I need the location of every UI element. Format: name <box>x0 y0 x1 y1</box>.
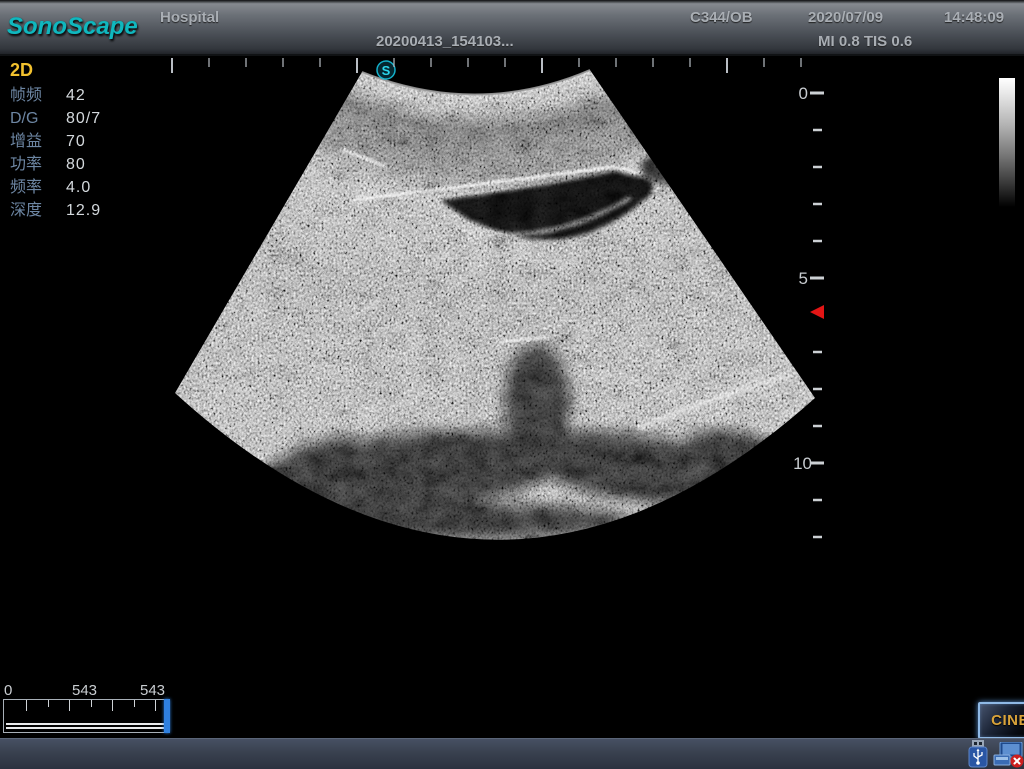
cine-button[interactable]: CINE <box>978 702 1024 739</box>
param-value: 80/7 <box>66 107 101 130</box>
brand-logo: SonoScape <box>7 13 138 41</box>
param-value: 80 <box>66 153 86 176</box>
param-value: 4.0 <box>66 176 91 199</box>
grayscale-map-bar <box>999 78 1015 207</box>
svg-text:10: 10 <box>793 454 812 473</box>
exam-id: 20200413_154103... <box>376 33 514 50</box>
probe-preset-label: C344/OB <box>690 9 753 26</box>
cine-ruler-tick <box>91 700 92 707</box>
cine-ruler-tick <box>112 700 113 711</box>
cine-ruler-tick <box>69 700 70 711</box>
cine-start-label: 0 <box>4 682 12 699</box>
focus-marker-icon[interactable] <box>810 305 824 319</box>
cine-scrubber[interactable] <box>3 699 170 733</box>
usb-device-icon[interactable] <box>966 740 990 768</box>
network-disconnected-icon[interactable] <box>992 742 1024 768</box>
cine-total-label: 543 <box>140 682 165 699</box>
cine-ruler-tick <box>48 700 49 707</box>
acoustic-output-label: MI 0.8 TIS 0.6 <box>818 33 912 50</box>
param-row-gain: 增益 70 <box>10 130 101 153</box>
hospital-name: Hospital <box>160 9 219 26</box>
cine-ruler-tick <box>134 700 135 707</box>
param-value: 12.9 <box>66 199 101 222</box>
param-label: D/G <box>10 107 66 130</box>
horizontal-ruler <box>172 58 801 73</box>
param-row-depth: 深度 12.9 <box>10 199 101 222</box>
svg-text:5: 5 <box>799 269 808 288</box>
cine-frame-labels: 0 543 543 <box>0 682 190 698</box>
param-value: 42 <box>66 84 86 107</box>
ultrasound-screen: { "header": { "brand": "SonoScape", "hos… <box>0 0 1024 768</box>
svg-text:0: 0 <box>799 84 808 103</box>
cine-ruler-tick <box>26 700 27 711</box>
title-bar: SonoScape Hospital 20200413_154103... C3… <box>0 0 1024 56</box>
taskbar <box>0 738 1024 769</box>
ultrasound-image: S 0 5 10 <box>0 0 1024 768</box>
param-row-power: 功率 80 <box>10 153 101 176</box>
param-row-dg: D/G 80/7 <box>10 107 101 130</box>
mode-label: 2D <box>10 60 33 81</box>
param-label: 深度 <box>10 199 66 222</box>
param-label: 增益 <box>10 130 66 153</box>
cine-current-label: 543 <box>72 682 97 699</box>
param-value: 70 <box>66 130 86 153</box>
param-row-frequency: 频率 4.0 <box>10 176 101 199</box>
param-label: 频率 <box>10 176 66 199</box>
svg-text:S: S <box>382 63 391 78</box>
depth-labels: 0 5 10 <box>793 84 812 473</box>
cine-position-cursor[interactable] <box>164 699 170 733</box>
sector-image <box>170 55 820 690</box>
cine-track-line <box>6 727 165 729</box>
system-time: 14:48:09 <box>944 9 1004 26</box>
param-label: 帧频 <box>10 84 66 107</box>
probe-orientation-marker-icon: S <box>377 61 395 79</box>
parameter-panel: 帧频 42 D/G 80/7 增益 70 功率 80 频率 4.0 深度 12.… <box>10 84 101 222</box>
param-row-frame-rate: 帧频 42 <box>10 84 101 107</box>
system-date: 2020/07/09 <box>808 9 883 26</box>
cine-ruler-tick <box>155 700 156 711</box>
cine-track-line <box>6 723 165 725</box>
param-label: 功率 <box>10 153 66 176</box>
cine-button-label: CINE <box>991 712 1024 729</box>
